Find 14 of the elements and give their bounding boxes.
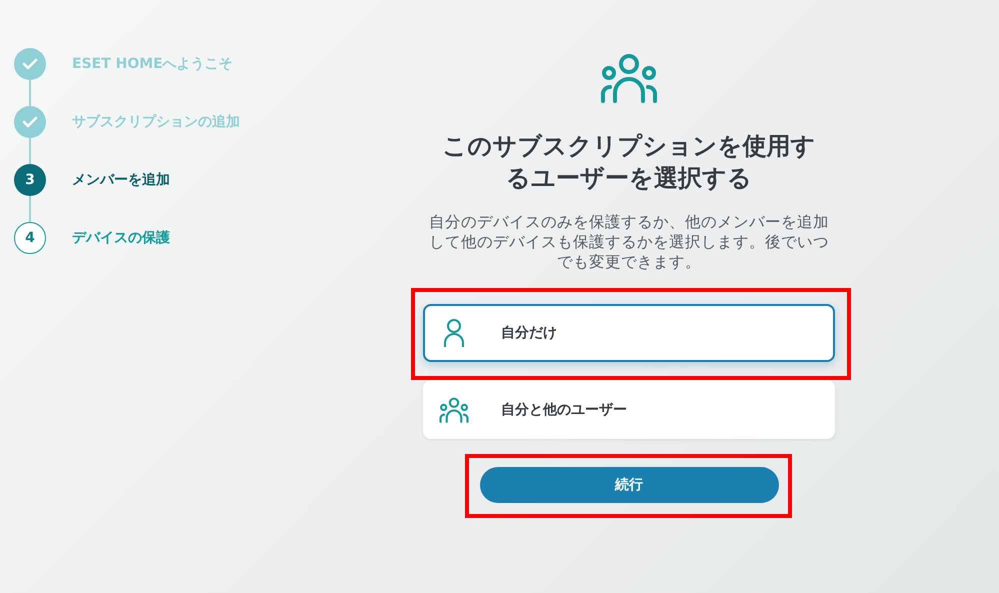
- people-icon: [439, 396, 469, 422]
- step-label: サブスクリプションの追加: [72, 113, 240, 131]
- step-label: デバイスの保護: [72, 229, 170, 247]
- description: 自分のデバイスのみを保護するか、他のメンバーを追加して他のデバイスも保護するかを選択します。後でいつでも変更できます。: [428, 212, 830, 272]
- step-number: 3: [14, 164, 46, 196]
- step-number: 4: [14, 222, 46, 254]
- step-label: メンバーを追加: [72, 171, 170, 189]
- continue-button[interactable]: 続行: [480, 467, 778, 503]
- page-title: このサブスクリプションを使用するユーザーを選択する: [442, 131, 816, 194]
- person-icon: [443, 318, 465, 348]
- step-label: ESET HOMEへようこそ: [72, 55, 233, 73]
- user-option[interactable]: 自分と他のユーザー: [423, 380, 835, 439]
- people-icon: [600, 52, 658, 104]
- user-option[interactable]: 自分だけ: [423, 304, 835, 362]
